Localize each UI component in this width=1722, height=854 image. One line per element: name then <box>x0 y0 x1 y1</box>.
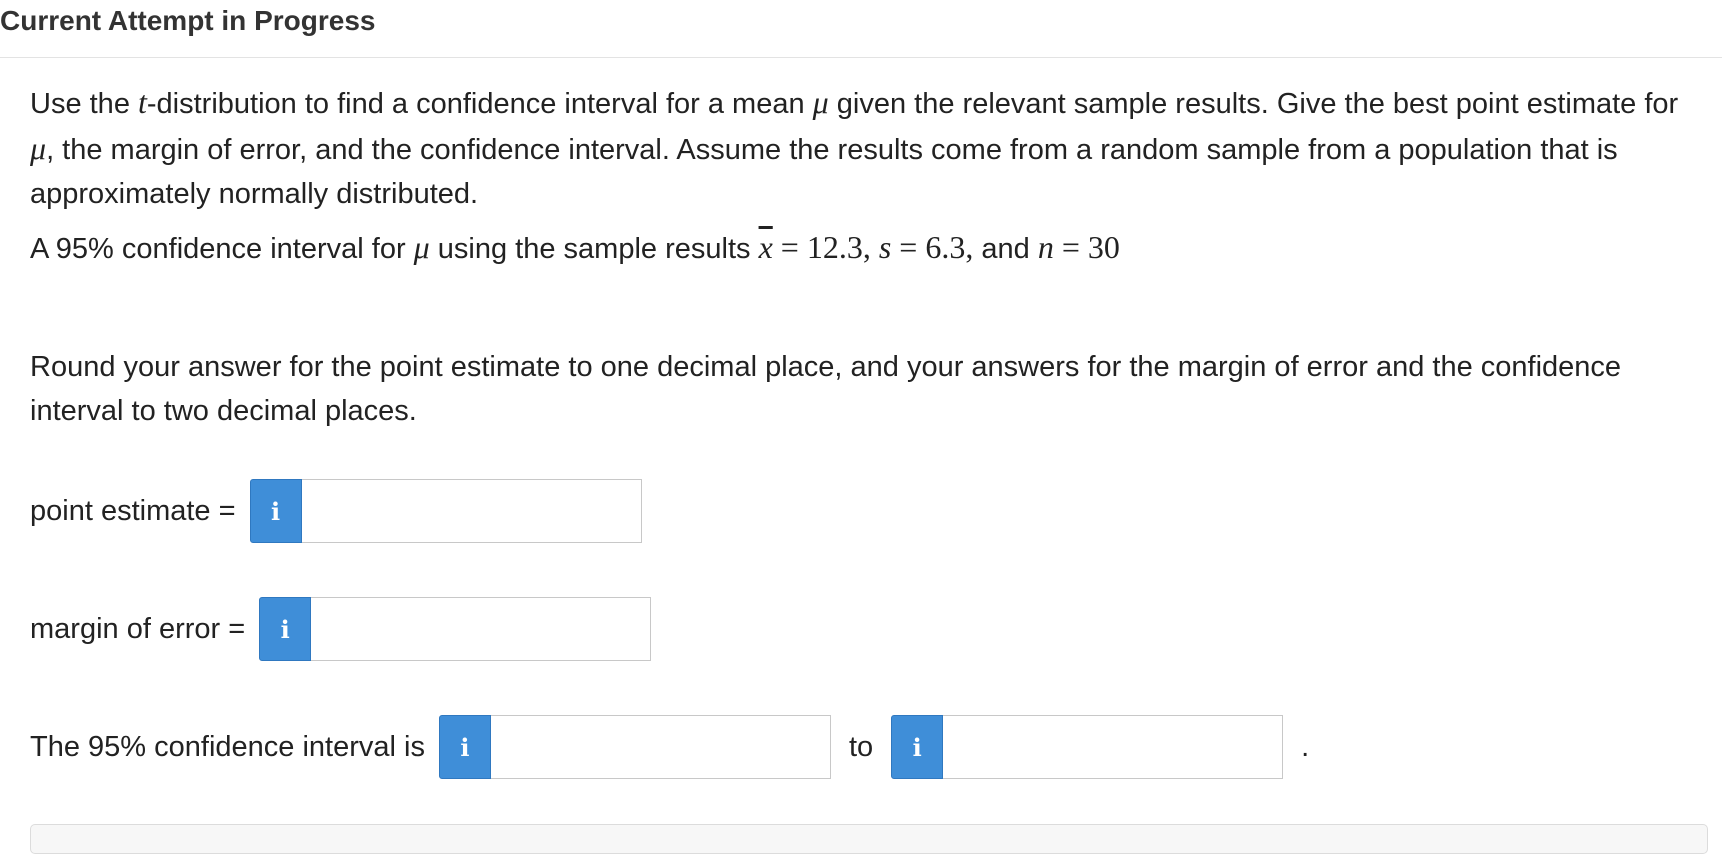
margin-of-error-input[interactable] <box>311 597 652 661</box>
intro-text-2: -distribution to find a confidence inter… <box>146 88 813 120</box>
intro-text-3: given the relevant sample results. Give … <box>828 88 1679 120</box>
rounding-instructions-block: Round your answer for the point estimate… <box>30 345 1690 433</box>
interval-upper-input[interactable] <box>943 715 1284 779</box>
and-text: and <box>973 233 1038 265</box>
sample-text-1: A 95% confidence interval for <box>30 233 414 265</box>
s-symbol: s <box>870 229 892 265</box>
s-value: = 6.3, <box>891 229 974 265</box>
interval-lower-input[interactable] <box>490 715 831 779</box>
question-intro: Use the t-distribution to find a confide… <box>30 80 1690 216</box>
period-mark: . <box>1301 730 1310 763</box>
sample-text-2: using the sample results <box>429 233 759 265</box>
point-estimate-label: point estimate = <box>30 494 236 527</box>
info-icon[interactable]: i <box>259 597 312 661</box>
sample-results-line: A 95% confidence interval for μ using th… <box>30 229 1120 266</box>
to-label: to <box>848 730 874 763</box>
confidence-interval-row: The 95% confidence interval is i to i . <box>30 714 1309 780</box>
mu-symbol: μ <box>812 84 829 120</box>
xbar-symbol: x <box>758 229 773 265</box>
info-icon[interactable]: i <box>891 715 944 779</box>
info-icon[interactable]: i <box>249 479 302 543</box>
margin-of-error-label: margin of error = <box>30 612 246 645</box>
point-estimate-input[interactable] <box>301 479 642 543</box>
confidence-interval-label: The 95% confidence interval is <box>30 730 425 763</box>
intro-text-4: , the margin of error, and the confidenc… <box>30 134 1618 210</box>
page-title: Current Attempt in Progress <box>0 5 376 36</box>
rounding-instructions: Round your answer for the point estimate… <box>30 351 1622 427</box>
margin-of-error-row: margin of error = i <box>30 596 652 662</box>
mu-symbol: μ <box>30 130 47 166</box>
attempt-header: Current Attempt in Progress <box>0 0 1722 58</box>
t-symbol: t <box>138 84 147 120</box>
n-value: = 30 <box>1053 229 1120 265</box>
next-section-panel <box>30 824 1708 854</box>
intro-text-1: Use the <box>30 88 138 120</box>
xbar-value: = 12.3, <box>772 229 871 265</box>
point-estimate-row: point estimate = i <box>30 478 642 544</box>
n-symbol: n <box>1037 229 1054 265</box>
info-icon[interactable]: i <box>438 715 491 779</box>
mu-symbol: μ <box>413 229 430 265</box>
question-body: Use the t-distribution to find a confide… <box>30 80 1690 216</box>
